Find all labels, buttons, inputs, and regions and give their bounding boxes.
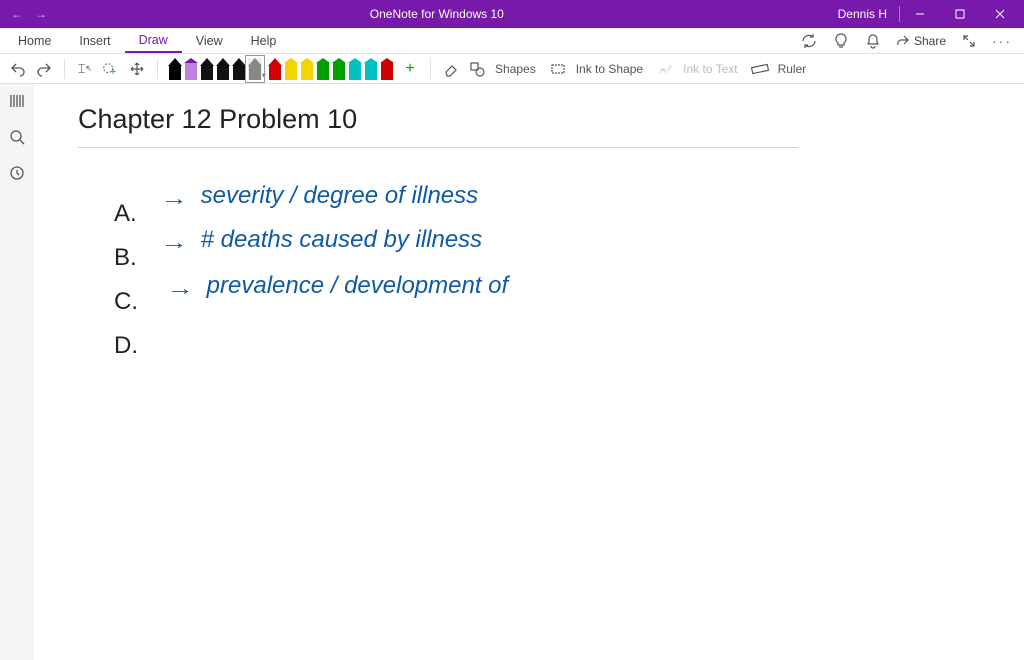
pen-6[interactable] (268, 58, 282, 80)
pan-tool[interactable] (127, 59, 147, 79)
pen-10[interactable] (332, 58, 346, 80)
notebooks-icon[interactable] (8, 92, 26, 110)
pen-1[interactable] (184, 58, 198, 80)
ink-to-text-icon (655, 59, 675, 79)
maximize-button[interactable] (940, 0, 980, 28)
answer-list: A. B. C. D. (114, 192, 150, 368)
tab-draw[interactable]: Draw (125, 28, 182, 53)
list-item[interactable]: C. (114, 280, 150, 324)
shapes-label[interactable]: Shapes (495, 62, 536, 76)
pen-gallery: ▾ (168, 58, 394, 80)
ruler-label[interactable]: Ruler (778, 62, 807, 76)
more-icon[interactable]: ··· (992, 33, 1012, 49)
redo-button[interactable] (34, 59, 54, 79)
recent-icon[interactable] (8, 164, 26, 182)
pen-options-chevron-icon[interactable]: ▾ (262, 71, 266, 80)
bell-icon[interactable] (864, 32, 882, 50)
nav-forward-icon[interactable]: → (34, 7, 48, 21)
pen-0[interactable] (168, 58, 182, 80)
ink-line: → prevalence / development of (170, 274, 508, 298)
user-name[interactable]: Dennis H (826, 7, 899, 21)
search-icon[interactable] (8, 128, 26, 146)
list-letter: D. (114, 332, 150, 360)
share-button[interactable]: Share (896, 34, 946, 48)
page-canvas[interactable]: Chapter 12 Problem 10 A. B. C. D. → severit… (34, 84, 1024, 660)
nav-back-icon[interactable]: ← (10, 7, 24, 21)
tab-view[interactable]: View (182, 28, 237, 53)
pen-4[interactable] (232, 58, 246, 80)
ink-to-text-label: Ink to Text (683, 62, 737, 76)
ink-line: → # deaths caused by illness (164, 228, 482, 252)
ink-to-shape-icon[interactable] (548, 59, 568, 79)
pen-12[interactable] (364, 58, 378, 80)
share-label: Share (914, 34, 946, 48)
sync-icon[interactable] (800, 32, 818, 50)
pen-9[interactable] (316, 58, 330, 80)
add-pen-button[interactable]: + (400, 59, 420, 79)
ink-to-shape-label[interactable]: Ink to Shape (576, 62, 643, 76)
close-button[interactable] (980, 0, 1020, 28)
list-letter: B. (114, 244, 150, 272)
pen-7[interactable] (284, 58, 298, 80)
list-item[interactable]: B. (114, 236, 150, 280)
left-rail (0, 84, 34, 660)
tab-help[interactable]: Help (237, 28, 291, 53)
titlebar: ← → OneNote for Windows 10 Dennis H (0, 0, 1024, 28)
ruler-icon[interactable] (750, 59, 770, 79)
pen-2[interactable] (200, 58, 214, 80)
shapes-icon[interactable] (467, 59, 487, 79)
pen-8[interactable] (300, 58, 314, 80)
list-item[interactable]: D. (114, 324, 150, 368)
text-tool[interactable]: ⌶↖ (75, 59, 95, 79)
list-letter: C. (114, 288, 150, 316)
lightbulb-icon[interactable] (832, 32, 850, 50)
pen-11[interactable] (348, 58, 362, 80)
pen-3[interactable] (216, 58, 230, 80)
pen-5[interactable] (248, 58, 262, 80)
app-title: OneNote for Windows 10 (48, 7, 826, 21)
undo-button[interactable] (8, 59, 28, 79)
tab-insert[interactable]: Insert (65, 28, 124, 53)
pen-13[interactable] (380, 58, 394, 80)
page-title[interactable]: Chapter 12 Problem 10 (78, 104, 798, 148)
tab-home[interactable]: Home (4, 28, 65, 53)
lasso-tool[interactable]: + (101, 59, 121, 79)
ribbon: ⌶↖ + ▾ + Shapes Ink to Shape Ink to Text… (0, 54, 1024, 84)
ink-line: → severity / degree of illness (164, 184, 478, 208)
eraser-tool[interactable] (441, 59, 461, 79)
minimize-button[interactable] (900, 0, 940, 28)
menubar: Home Insert Draw View Help Share ··· (0, 28, 1024, 54)
list-item[interactable]: A. (114, 192, 150, 236)
list-letter: A. (114, 200, 150, 228)
fullscreen-icon[interactable] (960, 32, 978, 50)
